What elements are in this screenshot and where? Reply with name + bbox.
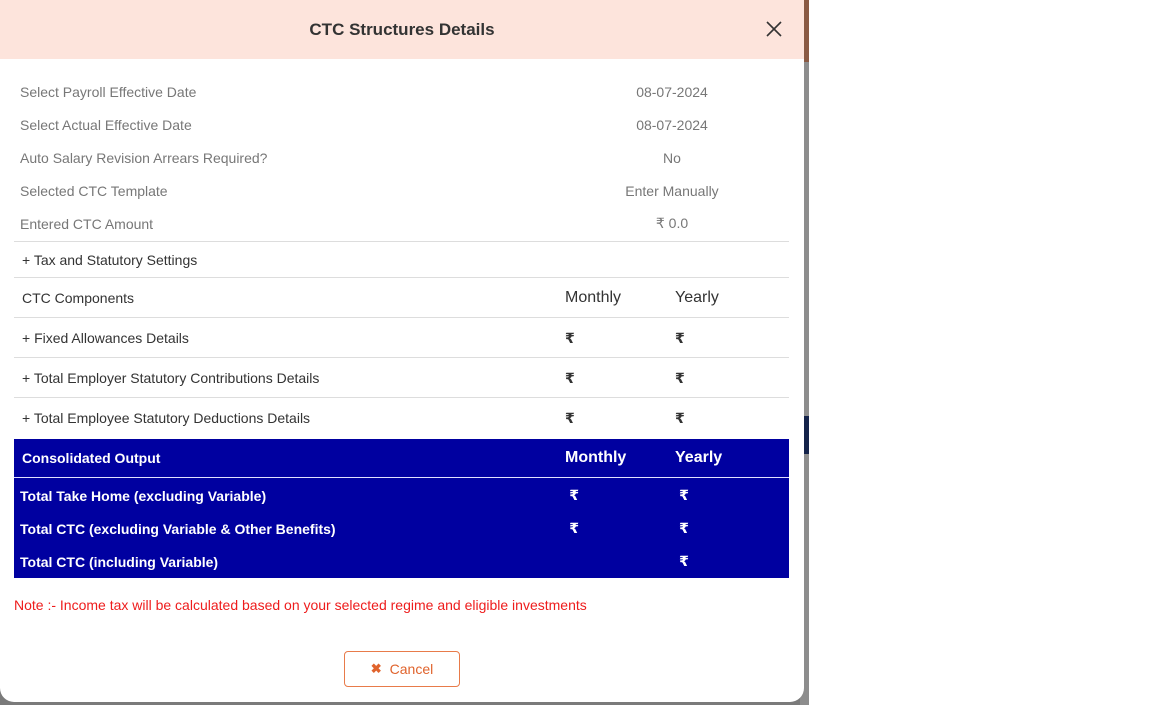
cancel-label: Cancel [389, 661, 434, 677]
info-value: 08-07-2024 [636, 83, 708, 100]
tax-note: Note :- Income tax will be calculated ba… [14, 597, 587, 613]
yearly-value: ₹ [679, 520, 689, 536]
monthly-value: ₹ [569, 520, 580, 536]
info-value: ₹ 0.0 [655, 215, 689, 231]
info-value: Enter Manually [625, 182, 719, 199]
components-header: CTC Components Monthly Yearly [22, 278, 789, 318]
row-label: + Fixed Allowances Details [22, 330, 189, 346]
components-header-label: CTC Components [22, 290, 135, 306]
monthly-value: ₹ [565, 409, 575, 426]
tax-settings-toggle[interactable]: + Tax and Statutory Settings [22, 240, 789, 280]
monthly-value: ₹ [569, 487, 580, 503]
fixed-allowances-row[interactable]: + Fixed Allowances Details ₹ ₹ [22, 318, 789, 358]
output-row-ctc-incl: Total CTC (including Variable) ₹ [14, 545, 789, 578]
cancel-button[interactable]: ✖ Cancel [344, 651, 460, 687]
row-label: Total Take Home (excluding Variable) [20, 487, 267, 504]
tax-settings-label: + Tax and Statutory Settings [22, 252, 198, 268]
modal-title: CTC Structures Details [309, 19, 495, 39]
yearly-header: Yearly [675, 289, 719, 306]
yearly-value: ₹ [675, 329, 685, 346]
monthly-header: Monthly [565, 449, 627, 466]
output-header-label: Consolidated Output [22, 450, 161, 466]
close-icon[interactable] [764, 19, 784, 39]
info-label: Entered CTC Amount [20, 215, 154, 232]
employee-deductions-row[interactable]: + Total Employee Statutory Deductions De… [22, 398, 789, 438]
info-row-payroll-date: Select Payroll Effective Date 08-07-2024 [20, 75, 790, 108]
consolidated-output-table: Consolidated Output Monthly Yearly Total… [14, 439, 789, 578]
row-label: + Total Employer Statutory Contributions… [22, 370, 320, 386]
info-row-actual-date: Select Actual Effective Date 08-07-2024 [20, 108, 790, 141]
row-label: + Total Employee Statutory Deductions De… [22, 410, 311, 426]
info-row-template: Selected CTC Template Enter Manually [20, 174, 790, 207]
monthly-value: ₹ [565, 369, 575, 386]
yearly-header: Yearly [675, 449, 723, 466]
ctc-details-modal: CTC Structures Details Select Payroll Ef… [0, 0, 804, 702]
info-row-arrears: Auto Salary Revision Arrears Required? N… [20, 141, 790, 174]
row-label: Total CTC (excluding Variable & Other Be… [20, 520, 336, 537]
info-label: Select Actual Effective Date [20, 116, 192, 133]
consolidated-output-header: Consolidated Output Monthly Yearly [14, 439, 789, 478]
employer-contributions-row[interactable]: + Total Employer Statutory Contributions… [22, 358, 789, 398]
monthly-header: Monthly [565, 289, 622, 306]
yearly-value: ₹ [675, 369, 685, 386]
info-row-ctc-amount: Entered CTC Amount ₹ 0.0 [20, 207, 790, 240]
info-label: Auto Salary Revision Arrears Required? [20, 149, 268, 166]
info-label: Select Payroll Effective Date [20, 83, 197, 100]
row-label: Total CTC (including Variable) [20, 553, 219, 570]
yearly-value: ₹ [679, 553, 689, 569]
yearly-value: ₹ [675, 409, 685, 426]
output-row-take-home: Total Take Home (excluding Variable) ₹ ₹ [14, 479, 789, 512]
close-x-icon: ✖ [370, 661, 382, 676]
info-value: No [663, 149, 681, 166]
monthly-value: ₹ [565, 329, 575, 346]
info-value: 08-07-2024 [636, 116, 708, 133]
yearly-value: ₹ [679, 487, 689, 503]
output-row-ctc-excl: Total CTC (excluding Variable & Other Be… [14, 512, 789, 545]
info-label: Selected CTC Template [20, 182, 168, 199]
modal-header: CTC Structures Details [0, 0, 804, 59]
